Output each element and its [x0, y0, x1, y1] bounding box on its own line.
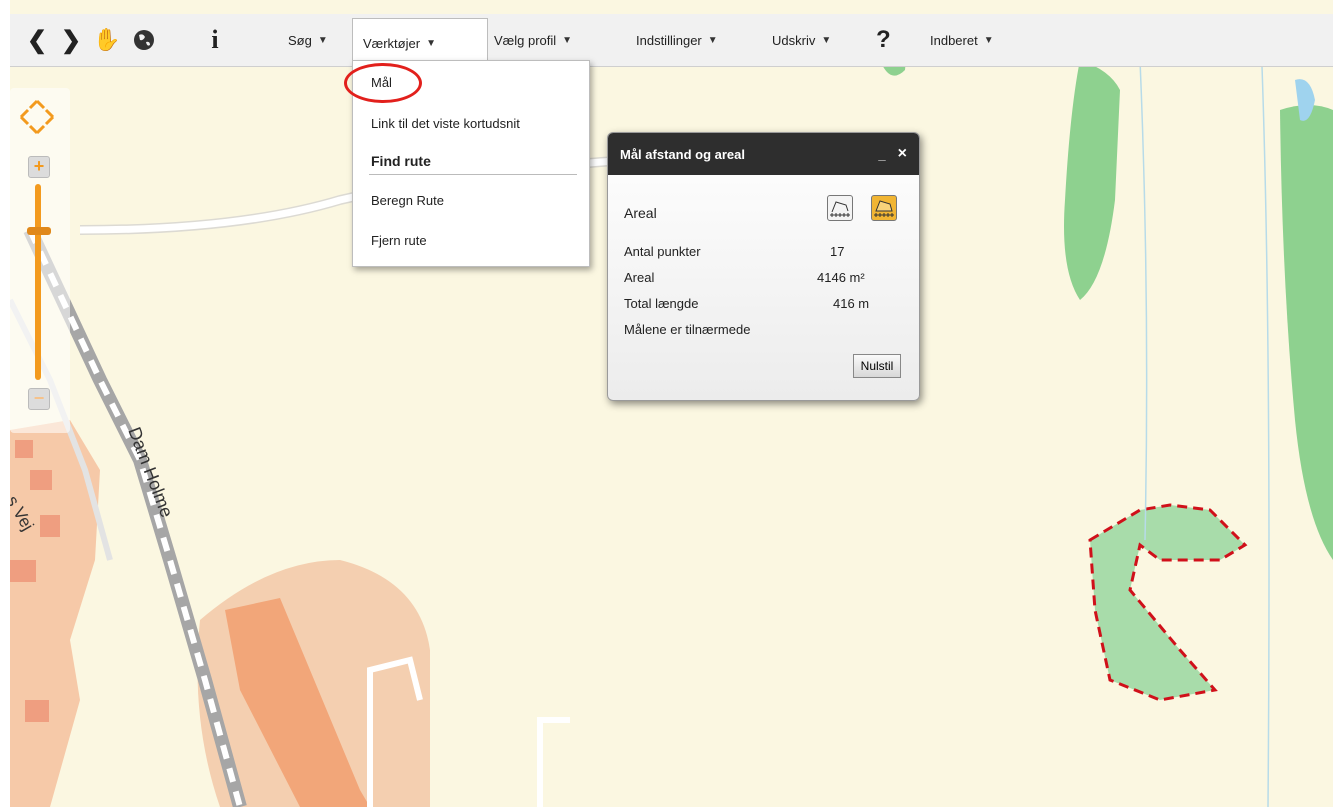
chevron-down-icon: ▼ [707, 34, 718, 46]
stat-label: Antal punkter [624, 244, 701, 259]
building [10, 560, 36, 582]
menu-item-calc-route[interactable]: Beregn Rute [371, 193, 444, 208]
stat-value: 416 m [833, 296, 870, 311]
menu-label: Indstillinger [636, 32, 702, 48]
menu-label: Værktøjer [363, 35, 421, 51]
menu-search[interactable]: Søg ▼ [278, 14, 338, 66]
building [15, 440, 33, 458]
stat-value: 17 [830, 244, 845, 259]
building [30, 470, 52, 490]
pan-arrows-icon[interactable] [18, 98, 56, 136]
zoom-slider-handle[interactable] [27, 227, 51, 236]
approximation-note: Målene er tilnærmede [624, 322, 751, 337]
back-icon[interactable]: ❮ [22, 14, 52, 66]
menu-item-remove-route[interactable]: Fjern rute [371, 233, 427, 248]
chevron-down-icon: ▼ [317, 34, 328, 46]
pan-hand-icon[interactable]: ✋ [90, 14, 124, 66]
distance-tool-icon[interactable] [827, 195, 853, 221]
menu-item-link-view[interactable]: Link til det viste kortudsnit [371, 116, 520, 131]
globe-icon[interactable] [128, 14, 160, 66]
menu-label: Udskriv [772, 32, 816, 48]
chevron-down-icon: ▼ [562, 34, 573, 46]
chevron-down-icon: ▼ [983, 34, 994, 46]
panel-title: Mål afstand og areal [620, 146, 745, 162]
mode-label: Areal [624, 205, 657, 221]
measure-panel: Mål afstand og areal _ × Areal Antal pun… [607, 132, 920, 401]
menu-report[interactable]: Indberet ▼ [920, 14, 1004, 66]
building [40, 515, 60, 537]
menu-label: Vælg profil [494, 32, 557, 48]
menu-settings[interactable]: Indstillinger ▼ [626, 14, 728, 66]
map-canvas[interactable]: Dam Holme s Vej [10, 0, 1333, 807]
minimize-icon[interactable]: _ [878, 147, 885, 162]
menu-profile[interactable]: Vælg profil ▼ [484, 14, 582, 66]
menu-item-measure[interactable]: Mål [371, 75, 392, 90]
zoom-slider-track[interactable] [35, 184, 41, 380]
zoom-out-button[interactable]: − [28, 388, 50, 410]
zoom-in-button[interactable]: + [28, 156, 50, 178]
close-icon[interactable]: × [898, 145, 907, 163]
toolbar: ❮ ❯ ✋ i Søg ▼ Værktøjer ▼ Vælg profil ▼ … [10, 14, 1333, 67]
menu-print[interactable]: Udskriv ▼ [762, 14, 841, 66]
divider [369, 174, 577, 175]
stat-label: Total længde [624, 296, 699, 311]
section-heading-find-route: Find rute [371, 153, 431, 169]
panel-header: Mål afstand og areal _ × [608, 133, 919, 175]
stat-label: Areal [624, 270, 655, 285]
forward-icon[interactable]: ❯ [56, 14, 86, 66]
help-icon[interactable]: ? [866, 14, 901, 66]
menu-label: Indberet [930, 32, 978, 48]
menu-label: Søg [288, 32, 312, 48]
building [25, 700, 49, 722]
chevron-down-icon: ▼ [821, 34, 832, 46]
info-icon[interactable]: i [200, 14, 230, 66]
chevron-down-icon: ▼ [426, 37, 436, 49]
area-tool-icon[interactable] [871, 195, 897, 221]
reset-button[interactable]: Nulstil [853, 354, 901, 378]
stat-value: 4146 m² [817, 270, 865, 285]
tools-dropdown: Mål Link til det viste kortudsnit Find r… [352, 60, 590, 267]
zoom-control: + − [10, 88, 70, 433]
